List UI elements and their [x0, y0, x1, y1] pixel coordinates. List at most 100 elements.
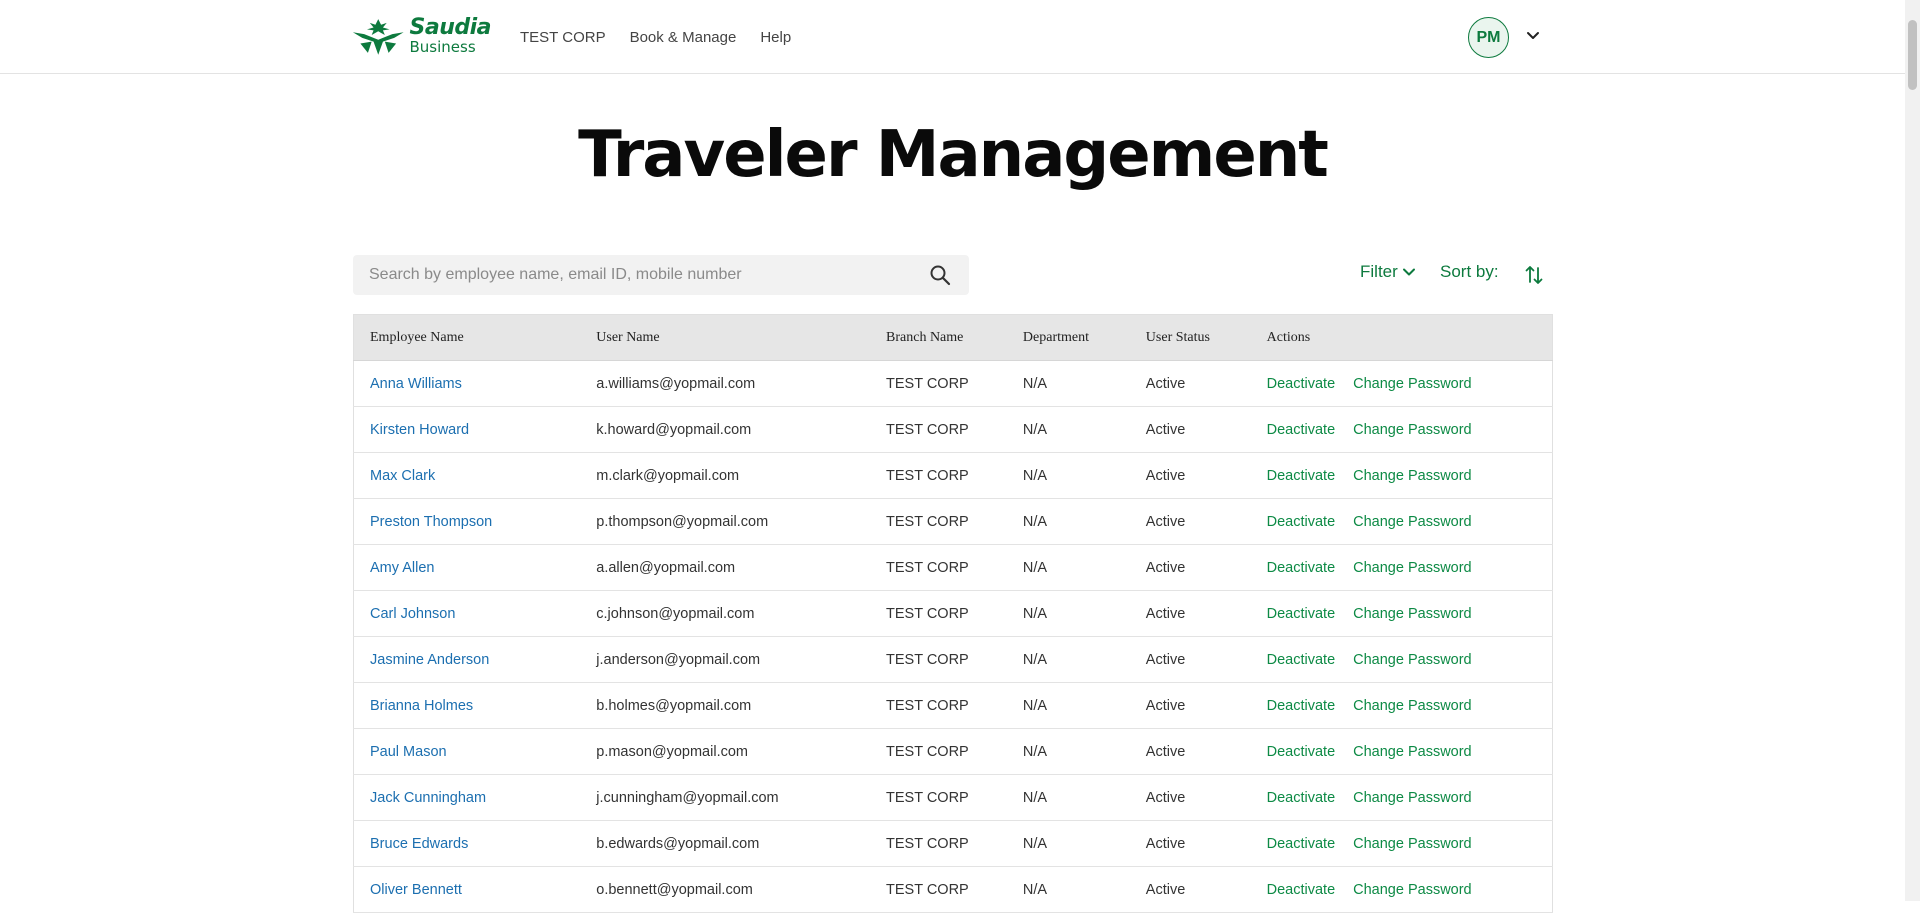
table-row: Preston Thompson p.thompson@yopmail.com … — [353, 498, 1553, 545]
search-icon[interactable] — [929, 264, 951, 286]
deactivate-link[interactable]: Deactivate — [1267, 882, 1336, 898]
deactivate-link[interactable]: Deactivate — [1267, 698, 1336, 714]
deactivate-link[interactable]: Deactivate — [1267, 836, 1336, 852]
table-row: Jack Cunningham j.cunningham@yopmail.com… — [353, 774, 1553, 821]
change-password-link[interactable]: Change Password — [1353, 560, 1472, 576]
employee-name-link[interactable]: Oliver Bennett — [370, 882, 462, 898]
user-name-cell: a.williams@yopmail.com — [580, 360, 871, 407]
deactivate-link[interactable]: Deactivate — [1267, 560, 1336, 576]
employee-name-link[interactable]: Amy Allen — [370, 560, 434, 576]
user-status-cell: Active — [1129, 774, 1251, 821]
page-scrollbar[interactable] — [1905, 0, 1920, 901]
actions-cell: Deactivate Change Password — [1250, 636, 1553, 683]
user-name-cell: p.mason@yopmail.com — [580, 728, 871, 775]
column-header-department: Department — [1006, 314, 1130, 361]
actions-cell: Deactivate Change Password — [1250, 360, 1553, 407]
user-status-cell: Active — [1129, 728, 1251, 775]
deactivate-link[interactable]: Deactivate — [1267, 468, 1336, 484]
change-password-link[interactable]: Change Password — [1353, 882, 1472, 898]
user-name-cell: b.edwards@yopmail.com — [580, 820, 871, 867]
brand-logo[interactable]: Saudia Business — [351, 12, 491, 60]
user-status-cell: Active — [1129, 682, 1251, 729]
main-nav: TEST CORP Book & Manage Help — [520, 0, 791, 74]
user-name-cell: o.bennett@yopmail.com — [580, 866, 871, 913]
change-password-link[interactable]: Change Password — [1353, 790, 1472, 806]
department-cell: N/A — [1006, 406, 1130, 453]
sort-by-label: Sort by: — [1440, 262, 1499, 281]
table-row: Carl Johnson c.johnson@yopmail.com TEST … — [353, 590, 1553, 637]
nav-item-help[interactable]: Help — [760, 29, 791, 46]
deactivate-link[interactable]: Deactivate — [1267, 376, 1336, 392]
change-password-link[interactable]: Change Password — [1353, 606, 1472, 622]
user-name-cell: p.thompson@yopmail.com — [580, 498, 871, 545]
department-cell: N/A — [1006, 498, 1130, 545]
user-status-cell: Active — [1129, 636, 1251, 683]
change-password-link[interactable]: Change Password — [1353, 514, 1472, 530]
deactivate-link[interactable]: Deactivate — [1267, 744, 1336, 760]
branch-name-cell: TEST CORP — [870, 866, 1007, 913]
change-password-link[interactable]: Change Password — [1353, 422, 1472, 438]
department-cell: N/A — [1006, 682, 1130, 729]
employee-name-link[interactable]: Brianna Holmes — [370, 698, 473, 714]
brand-name-line1: Saudia — [409, 15, 492, 40]
top-header: Saudia Business TEST CORP Book & Manage … — [0, 0, 1905, 74]
change-password-link[interactable]: Change Password — [1353, 468, 1472, 484]
branch-name-cell: TEST CORP — [870, 498, 1007, 545]
department-cell: N/A — [1006, 452, 1130, 499]
employee-name-link[interactable]: Kirsten Howard — [370, 422, 469, 438]
filter-label: Filter — [1360, 262, 1398, 281]
palm-swords-logo-icon — [352, 19, 404, 55]
search-input[interactable] — [353, 255, 913, 295]
user-status-cell: Active — [1129, 866, 1251, 913]
actions-cell: Deactivate Change Password — [1250, 590, 1553, 637]
employee-name-link[interactable]: Paul Mason — [370, 744, 447, 760]
employee-name-link[interactable]: Carl Johnson — [370, 606, 455, 622]
actions-cell: Deactivate Change Password — [1250, 820, 1553, 867]
employee-name-link[interactable]: Bruce Edwards — [370, 836, 468, 852]
user-status-cell: Active — [1129, 544, 1251, 591]
deactivate-link[interactable]: Deactivate — [1267, 422, 1336, 438]
department-cell: N/A — [1006, 544, 1130, 591]
employee-name-link[interactable]: Max Clark — [370, 468, 435, 484]
deactivate-link[interactable]: Deactivate — [1267, 606, 1336, 622]
change-password-link[interactable]: Change Password — [1353, 652, 1472, 668]
employee-name-link[interactable]: Jack Cunningham — [370, 790, 486, 806]
department-cell: N/A — [1006, 360, 1130, 407]
change-password-link[interactable]: Change Password — [1353, 698, 1472, 714]
user-name-cell: k.howard@yopmail.com — [580, 406, 871, 453]
deactivate-link[interactable]: Deactivate — [1267, 514, 1336, 530]
branch-name-cell: TEST CORP — [870, 544, 1007, 591]
actions-cell: Deactivate Change Password — [1250, 544, 1553, 591]
employee-name-link[interactable]: Anna Williams — [370, 376, 462, 392]
table-row: Amy Allen a.allen@yopmail.com TEST CORP … — [353, 544, 1553, 591]
chevron-down-icon — [1402, 268, 1415, 276]
user-status-cell: Active — [1129, 820, 1251, 867]
change-password-link[interactable]: Change Password — [1353, 376, 1472, 392]
table-row: Paul Mason p.mason@yopmail.com TEST CORP… — [353, 728, 1553, 775]
change-password-link[interactable]: Change Password — [1353, 744, 1472, 760]
department-cell: N/A — [1006, 728, 1130, 775]
employee-name-link[interactable]: Preston Thompson — [370, 514, 492, 530]
table-row: Bruce Edwards b.edwards@yopmail.com TEST… — [353, 820, 1553, 867]
table-row: Jasmine Anderson j.anderson@yopmail.com … — [353, 636, 1553, 683]
scrollbar-thumb[interactable] — [1908, 20, 1917, 90]
employee-name-link[interactable]: Jasmine Anderson — [370, 652, 489, 668]
branch-name-cell: TEST CORP — [870, 774, 1007, 821]
user-avatar[interactable]: PM — [1468, 17, 1509, 58]
user-name-cell: b.holmes@yopmail.com — [580, 682, 871, 729]
table-row: Anna Williams a.williams@yopmail.com TES… — [353, 360, 1553, 407]
actions-cell: Deactivate Change Password — [1250, 774, 1553, 821]
user-status-cell: Active — [1129, 498, 1251, 545]
change-password-link[interactable]: Change Password — [1353, 836, 1472, 852]
branch-name-cell: TEST CORP — [870, 452, 1007, 499]
user-name-cell: c.johnson@yopmail.com — [580, 590, 871, 637]
chevron-down-icon[interactable] — [1524, 27, 1542, 45]
deactivate-link[interactable]: Deactivate — [1267, 652, 1336, 668]
user-status-cell: Active — [1129, 452, 1251, 499]
nav-item-test-corp[interactable]: TEST CORP — [520, 29, 606, 46]
user-status-cell: Active — [1129, 590, 1251, 637]
nav-item-book-manage[interactable]: Book & Manage — [630, 29, 737, 46]
deactivate-link[interactable]: Deactivate — [1267, 790, 1336, 806]
sort-arrows-icon[interactable] — [1524, 264, 1544, 286]
filter-button[interactable]: Filter — [1360, 262, 1416, 282]
